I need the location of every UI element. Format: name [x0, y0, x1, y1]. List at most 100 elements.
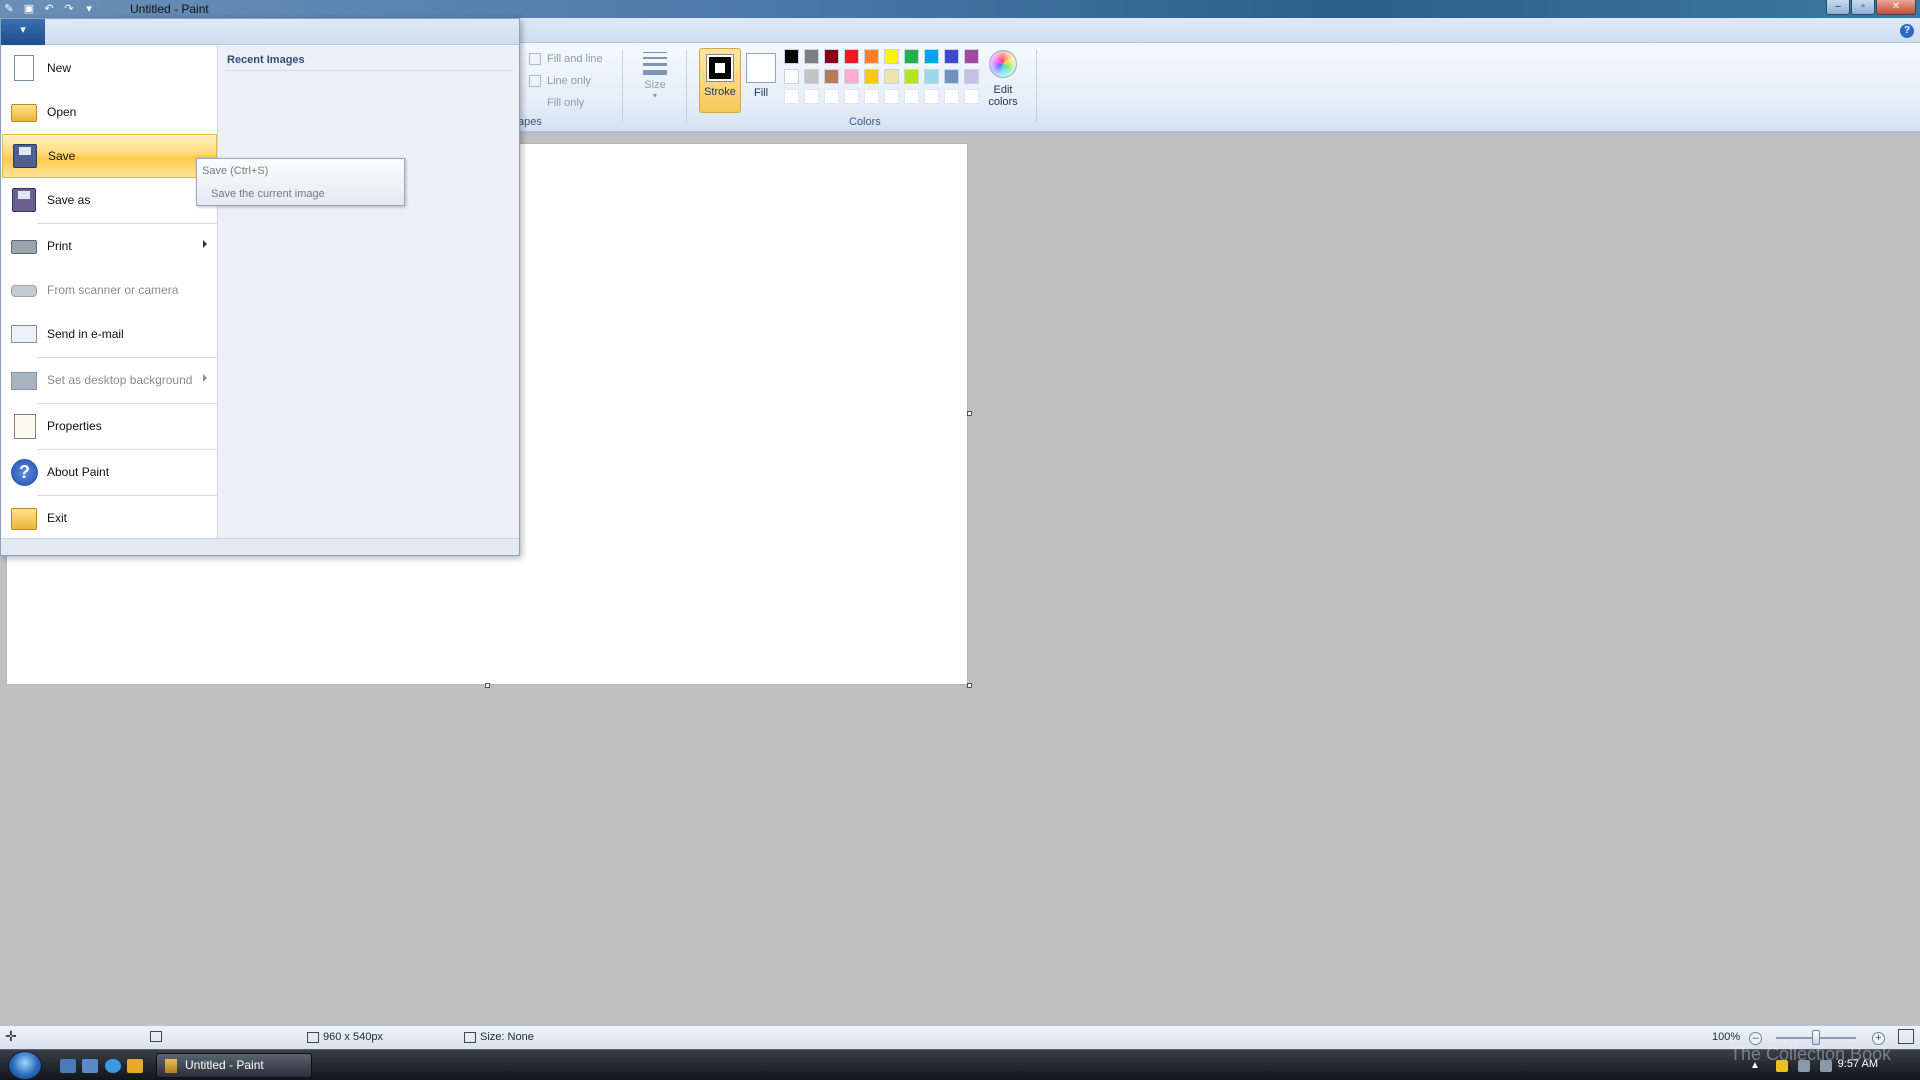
app-menu-tab-button[interactable]: ▾	[1, 19, 45, 45]
folder-open-icon	[9, 97, 39, 127]
palette-swatch[interactable]	[964, 49, 979, 64]
menu-item-send-email[interactable]: Send in e-mail	[2, 312, 217, 356]
menu-item-exit[interactable]: Exit	[2, 496, 217, 540]
menu-item-print[interactable]: Print	[2, 224, 217, 268]
close-button[interactable]: ✕	[1876, 0, 1916, 15]
watermark: The Collection Book	[1730, 1044, 1892, 1064]
paint-app-icon[interactable]: ✎	[2, 2, 16, 16]
window-title: Untitled - Paint	[130, 2, 209, 16]
floppy-disk-icon	[10, 141, 40, 171]
switch-windows-icon[interactable]	[82, 1059, 98, 1073]
custom-palette-slot[interactable]	[844, 89, 859, 104]
media-player-icon[interactable]	[127, 1059, 143, 1073]
help-icon[interactable]: ?	[1900, 24, 1914, 38]
exit-icon	[9, 503, 39, 533]
chevron-down-icon: ▾	[652, 91, 657, 100]
app-menu-header: ▾	[1, 19, 519, 45]
menu-item-label: Save	[48, 149, 76, 163]
custom-palette-slot[interactable]	[944, 89, 959, 104]
recent-images-panel: Recent Images	[219, 46, 519, 538]
redo-icon[interactable]: ↷	[62, 2, 76, 16]
palette-swatch[interactable]	[804, 49, 819, 64]
palette-swatch[interactable]	[884, 49, 899, 64]
menu-item-about-paint[interactable]: ? About Paint	[2, 450, 217, 494]
custom-palette-slot[interactable]	[804, 89, 819, 104]
palette-swatch[interactable]	[844, 69, 859, 84]
shape-option-label: Fill and line	[547, 53, 603, 65]
zoom-slider-thumb[interactable]	[1812, 1030, 1820, 1045]
quick-save-icon[interactable]: ▣	[22, 2, 36, 16]
menu-item-label: Print	[47, 239, 72, 253]
color-palette	[784, 49, 981, 106]
quick-access-toolbar: ✎ ▣ ↶ ↷ ▾	[2, 1, 96, 17]
palette-swatch[interactable]	[964, 69, 979, 84]
menu-item-label: About Paint	[47, 465, 110, 479]
palette-swatch[interactable]	[944, 69, 959, 84]
fill-and-line-icon	[529, 53, 541, 65]
palette-swatch[interactable]	[904, 49, 919, 64]
fill-color-button[interactable]: Fill	[743, 48, 779, 113]
palette-swatch[interactable]	[784, 69, 799, 84]
zoom-level: 100%	[1712, 1031, 1741, 1043]
show-desktop-icon[interactable]	[60, 1059, 76, 1073]
disk-size-icon	[464, 1031, 476, 1043]
menu-item-new[interactable]: New	[2, 46, 217, 90]
canvas-resize-handle-bottom[interactable]	[485, 683, 490, 688]
size-button[interactable]: Size ▾	[637, 50, 673, 110]
palette-swatch[interactable]	[844, 49, 859, 64]
menu-item-label: Send in e-mail	[47, 327, 124, 341]
fill-label: Fill	[753, 87, 769, 99]
custom-palette-slot[interactable]	[864, 89, 879, 104]
stroke-color-button[interactable]: Stroke	[699, 48, 741, 113]
shape-outline-fill-only[interactable]: Fill only	[529, 97, 584, 109]
canvas-resize-handle-corner[interactable]	[967, 683, 972, 688]
palette-swatch[interactable]	[864, 69, 879, 84]
custom-palette-slot[interactable]	[904, 89, 919, 104]
menu-item-save-as[interactable]: Save as	[2, 178, 217, 222]
palette-swatch[interactable]	[904, 69, 919, 84]
taskbar-paint-button[interactable]: Untitled - Paint	[156, 1053, 312, 1078]
menu-item-save[interactable]: Save	[2, 134, 217, 178]
shape-outline-line-only[interactable]: Line only	[529, 75, 591, 87]
save-as-icon	[9, 185, 39, 215]
palette-swatch[interactable]	[924, 49, 939, 64]
palette-swatch[interactable]	[864, 49, 879, 64]
canvas-resize-handle-right[interactable]	[967, 411, 972, 416]
tooltip-title: Save (Ctrl+S)	[202, 165, 269, 177]
minimize-button[interactable]: –	[1826, 0, 1850, 15]
palette-swatch[interactable]	[784, 49, 799, 64]
recent-images-divider	[225, 70, 513, 71]
shapes-group-label: apes	[518, 116, 542, 128]
edit-colors-button[interactable]: Edit colors	[983, 50, 1023, 108]
start-button[interactable]	[8, 1051, 42, 1080]
internet-explorer-icon[interactable]	[105, 1059, 121, 1073]
fit-to-window-icon[interactable]	[1898, 1029, 1914, 1044]
status-bar: ✛ 960 x 540px Size: None 100% – +	[0, 1025, 1920, 1049]
shape-outline-fill-and-line[interactable]: Fill and line	[529, 53, 603, 65]
maximize-button[interactable]: ▫	[1851, 0, 1875, 15]
canvas-size-icon	[307, 1031, 319, 1043]
custom-palette-slot[interactable]	[964, 89, 979, 104]
palette-swatch[interactable]	[924, 69, 939, 84]
menu-item-label: New	[47, 61, 72, 75]
recent-images-title: Recent Images	[227, 54, 305, 66]
cursor-position-icon: ✛	[5, 1028, 17, 1044]
undo-icon[interactable]: ↶	[42, 2, 56, 16]
custom-palette-slot[interactable]	[824, 89, 839, 104]
palette-swatch[interactable]	[824, 49, 839, 64]
custom-palette-slot[interactable]	[924, 89, 939, 104]
customize-qat-chevron-icon[interactable]: ▾	[82, 2, 96, 16]
palette-swatch[interactable]	[944, 49, 959, 64]
custom-palette-slot[interactable]	[884, 89, 899, 104]
palette-swatch[interactable]	[884, 69, 899, 84]
image-size-value: 960 x 540px	[323, 1031, 383, 1043]
shape-option-label: Fill only	[547, 97, 585, 109]
menu-item-properties[interactable]: Properties	[2, 404, 217, 448]
stroke-swatch	[706, 54, 734, 82]
custom-palette-slot[interactable]	[784, 89, 799, 104]
fill-only-icon	[529, 97, 541, 109]
menu-item-open[interactable]: Open	[2, 90, 217, 134]
palette-swatch[interactable]	[824, 69, 839, 84]
palette-swatch[interactable]	[804, 69, 819, 84]
ribbon-separator	[1036, 50, 1037, 122]
